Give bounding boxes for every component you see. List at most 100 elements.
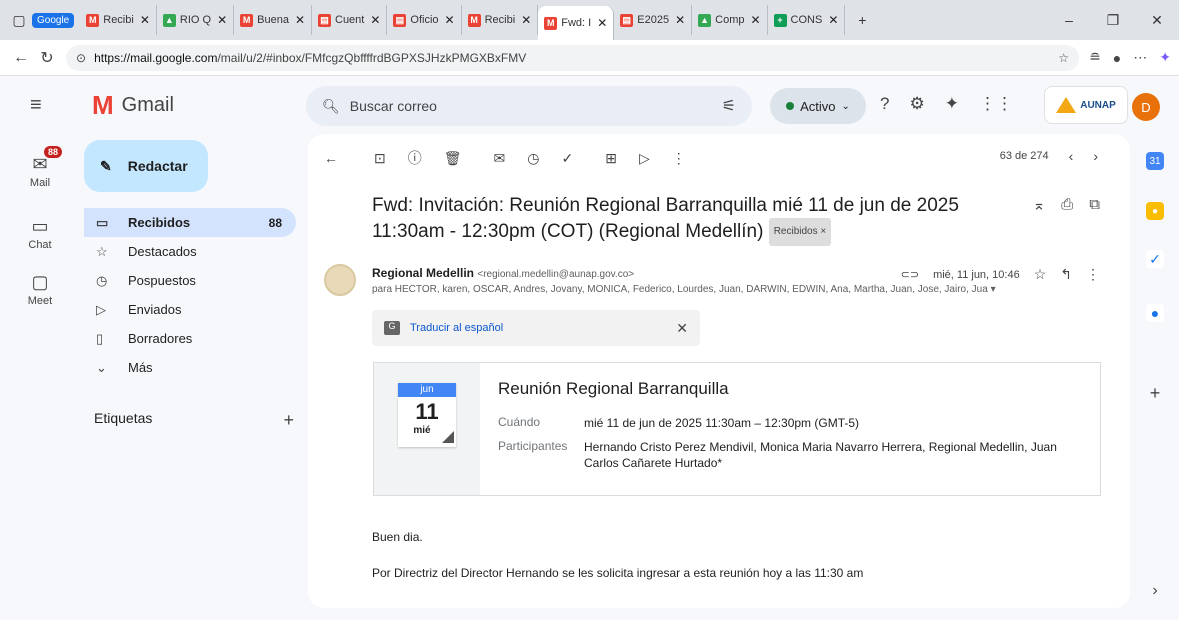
- message-more-icon[interactable]: ⋮: [1086, 266, 1100, 283]
- extensions-icon[interactable]: ⋯: [1133, 49, 1147, 66]
- browser-tab[interactable]: M Fwd: I ✕: [538, 6, 615, 40]
- expand-panel-icon[interactable]: ›: [1146, 582, 1164, 600]
- close-tab-icon[interactable]: ✕: [295, 13, 305, 27]
- window-menu-icon[interactable]: ▢: [6, 7, 32, 33]
- sender-email: <regional.medellin@aunap.gov.co>: [477, 269, 635, 280]
- gemini-icon[interactable]: ✦: [945, 94, 959, 114]
- sidebar-item[interactable]: ▯ Borradores: [84, 324, 296, 353]
- settings-gear-icon[interactable]: ⚙: [909, 94, 924, 114]
- participants-label: Participantes: [498, 439, 568, 453]
- minimize-button[interactable]: –: [1047, 12, 1091, 29]
- browser-tab[interactable]: M Buena ✕: [234, 5, 312, 35]
- favorites-icon[interactable]: ≘: [1089, 49, 1101, 66]
- archive-icon[interactable]: ⊡: [374, 150, 386, 167]
- star-icon[interactable]: ☆: [1034, 266, 1047, 283]
- reply-icon[interactable]: ↰: [1060, 266, 1072, 283]
- folder-icon: ▭: [96, 214, 109, 230]
- mark-unread-icon[interactable]: ✉: [494, 150, 506, 167]
- status-selector[interactable]: Activo ⌄: [770, 88, 866, 124]
- restore-button[interactable]: ❐: [1091, 12, 1135, 29]
- apps-grid-icon[interactable]: ⋮⋮: [979, 94, 1013, 114]
- compose-button[interactable]: ✎ Redactar: [84, 140, 208, 192]
- main-menu-icon[interactable]: ≡: [30, 94, 42, 117]
- browser-tab[interactable]: ▤ E2025 ✕: [614, 5, 693, 35]
- delete-icon[interactable]: 🗑︎: [444, 150, 462, 167]
- browser-tab[interactable]: M Recibi ✕: [80, 5, 157, 35]
- sidebar-item[interactable]: ▷ Enviados: [84, 295, 296, 324]
- inbox-label-chip[interactable]: Recibidos ×: [768, 218, 832, 246]
- close-tab-icon[interactable]: ✕: [445, 13, 455, 27]
- search-bar[interactable]: 🔍︎ Buscar correo ⚟: [306, 86, 752, 126]
- keep-app-icon[interactable]: ●: [1146, 202, 1164, 220]
- browser-tab[interactable]: + CONS ✕: [768, 5, 846, 35]
- add-task-icon[interactable]: ✓: [561, 150, 573, 167]
- move-to-icon[interactable]: ⊞: [605, 150, 617, 167]
- profile-icon[interactable]: ●: [1113, 50, 1121, 66]
- org-logo[interactable]: AUNAP: [1044, 86, 1128, 124]
- calendar-app-icon[interactable]: 31: [1146, 152, 1164, 170]
- browser-tab-bar: ▢ Google M Recibi ✕ ▲ RIO Q ✕ M Buena ✕ ▤ Cuent ✕ ▤ O…: [0, 0, 1179, 40]
- report-spam-icon[interactable]: ⓘ: [408, 148, 422, 168]
- print-icon[interactable]: ⎙: [1061, 196, 1073, 214]
- gmail-logo[interactable]: M Gmail: [92, 90, 174, 121]
- rail-mail[interactable]: ✉ 88 Mail: [0, 146, 80, 189]
- browser-tab[interactable]: ▤ Cuent ✕: [312, 5, 388, 35]
- close-tab-icon[interactable]: ✕: [597, 16, 607, 30]
- help-icon[interactable]: ?: [880, 94, 889, 114]
- newer-chevron-icon[interactable]: ‹: [1069, 148, 1074, 164]
- add-label-icon[interactable]: +: [283, 410, 294, 431]
- snooze-icon[interactable]: ◷: [527, 150, 539, 167]
- close-tab-icon[interactable]: ✕: [140, 13, 150, 27]
- rail-meet[interactable]: ▢ Meet: [0, 272, 80, 307]
- folder-nav: ▭ Recibidos 88 ☆ Destacados ◷ Pospuestos ▷ Envia…: [84, 208, 296, 382]
- recipients-line[interactable]: para HECTOR, karen, OSCAR, Andres, Jovan…: [372, 284, 1112, 295]
- collapse-all-icon[interactable]: ⌅: [1033, 196, 1046, 214]
- search-options-icon[interactable]: ⚟: [722, 96, 736, 116]
- close-tab-icon[interactable]: ✕: [675, 13, 685, 27]
- sender-name[interactable]: Regional Medellin: [372, 266, 474, 280]
- more-options-icon[interactable]: ⋮: [672, 150, 686, 167]
- contacts-app-icon[interactable]: ●: [1146, 304, 1164, 322]
- close-tab-icon[interactable]: ✕: [370, 13, 380, 27]
- tasks-app-icon[interactable]: ✓: [1146, 250, 1164, 268]
- tab-title: Comp: [715, 14, 745, 26]
- labels-title: Etiquetas: [94, 410, 153, 426]
- browser-tab[interactable]: ▲ Comp ✕: [692, 5, 768, 35]
- sidebar-item[interactable]: ◷ Pospuestos: [84, 266, 296, 295]
- search-input[interactable]: Buscar correo: [350, 98, 437, 114]
- translate-link[interactable]: Traducir al español: [410, 322, 503, 334]
- folder-icon: ▷: [96, 301, 106, 317]
- aunap-logo-icon: [1056, 97, 1077, 113]
- search-icon[interactable]: 🔍︎: [322, 98, 340, 115]
- reload-icon[interactable]: ↻: [34, 48, 60, 68]
- close-tab-icon[interactable]: ✕: [521, 13, 531, 27]
- tab-group-google[interactable]: Google: [32, 12, 75, 28]
- sidebar-item[interactable]: ☆ Destacados: [84, 237, 296, 266]
- label-icon[interactable]: ▷: [639, 150, 650, 167]
- browser-tab[interactable]: M Recibi ✕: [462, 5, 539, 35]
- invite-title[interactable]: Reunión Regional Barranquilla: [498, 379, 729, 399]
- close-window-button[interactable]: ✕: [1135, 12, 1179, 29]
- sender-avatar[interactable]: [324, 264, 356, 296]
- site-info-icon[interactable]: ⊙: [76, 51, 86, 65]
- url-field[interactable]: ⊙ https://mail.google.com/mail/u/2/#inbo…: [66, 44, 1080, 71]
- close-icon[interactable]: ✕: [676, 320, 688, 337]
- tab-title: Recibi: [484, 14, 516, 26]
- sidebar-item[interactable]: ▭ Recibidos 88: [84, 208, 296, 237]
- older-chevron-icon[interactable]: ›: [1093, 148, 1098, 164]
- add-addon-icon[interactable]: +: [1146, 383, 1164, 403]
- close-tab-icon[interactable]: ✕: [217, 13, 227, 27]
- open-new-window-icon[interactable]: ⧉: [1089, 196, 1100, 214]
- bookmark-star-icon[interactable]: ☆: [1058, 51, 1069, 65]
- browser-tab[interactable]: ▲ RIO Q ✕: [157, 5, 235, 35]
- browser-tab[interactable]: ▤ Oficio ✕: [387, 5, 462, 35]
- side-panel: 31 ● ✓ ● + ›: [1138, 76, 1179, 620]
- new-tab-button[interactable]: +: [849, 7, 875, 33]
- back-icon[interactable]: ←: [8, 49, 34, 67]
- close-tab-icon[interactable]: ✕: [750, 13, 760, 27]
- rail-chat[interactable]: ▭ Chat: [0, 216, 80, 251]
- copilot-icon[interactable]: ✦: [1159, 49, 1171, 66]
- back-to-inbox-icon[interactable]: ←: [324, 150, 338, 166]
- close-tab-icon[interactable]: ✕: [828, 13, 838, 27]
- sidebar-item[interactable]: ⌄ Más: [84, 353, 296, 382]
